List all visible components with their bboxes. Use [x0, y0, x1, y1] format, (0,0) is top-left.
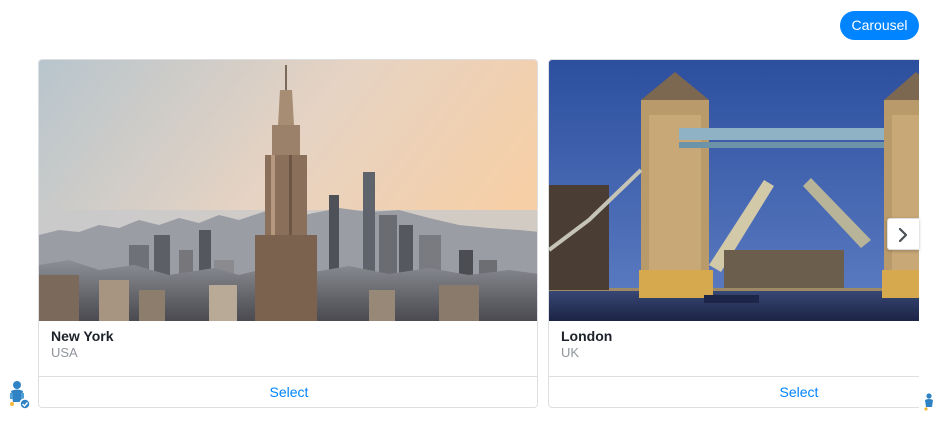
bot-avatar-icon	[922, 393, 936, 413]
card-subtitle: USA	[51, 345, 78, 360]
card-title: London	[561, 328, 613, 344]
select-button-new-york[interactable]: Select	[39, 377, 537, 407]
select-button-london[interactable]: Select	[549, 377, 919, 407]
card-title: New York	[51, 328, 114, 344]
carousel-card-london: London UK Select	[548, 59, 919, 408]
carousel: New York USA Select London UK Select	[38, 59, 919, 411]
carousel-message-bubble: Carousel	[840, 11, 919, 40]
chevron-right-icon	[898, 227, 908, 243]
card-subtitle: UK	[561, 345, 580, 360]
carousel-card-new-york: New York USA Select	[38, 59, 538, 408]
bot-avatar-icon	[7, 380, 31, 410]
messenger-thread: Carousel New York USA Select London UK S…	[0, 0, 938, 424]
carousel-next-button[interactable]	[887, 218, 919, 250]
london-image	[549, 60, 919, 321]
new-york-image	[39, 60, 537, 321]
